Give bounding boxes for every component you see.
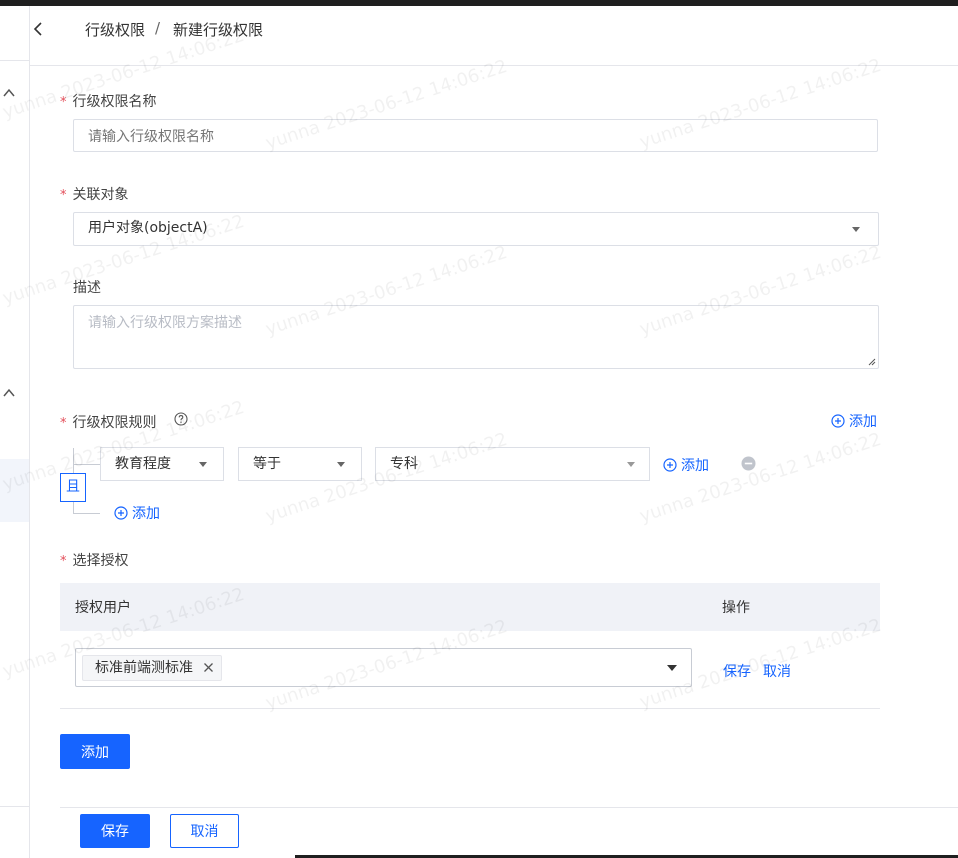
- tree-line: [73, 502, 74, 513]
- auth-table-header: 授权用户 操作: [60, 583, 880, 631]
- caret-down-icon: [667, 665, 677, 671]
- user-tag: 标准前端测标准: [82, 655, 222, 681]
- minus-circle-icon[interactable]: [741, 456, 756, 471]
- row-cancel-link[interactable]: 取消: [763, 661, 791, 681]
- rules-label: * 行级权限规则: [60, 412, 157, 432]
- auth-label: * 选择授权: [60, 550, 129, 570]
- chevron-up-icon[interactable]: [2, 386, 16, 400]
- sidebar-divider: [0, 60, 29, 61]
- row-save-link[interactable]: 保存: [723, 661, 751, 681]
- object-select-value: 用户对象(objectA): [88, 220, 208, 236]
- caret-down-icon: [199, 462, 207, 467]
- add-label: 添加: [681, 458, 709, 474]
- condition-operator-value: 等于: [253, 456, 281, 472]
- sidebar-active-item[interactable]: [0, 459, 29, 522]
- required-mark: *: [60, 95, 67, 110]
- tree-line: [73, 513, 100, 514]
- name-label-text: 行级权限名称: [72, 94, 157, 110]
- required-mark: *: [60, 554, 67, 569]
- sidebar: [0, 6, 30, 858]
- required-mark: *: [60, 188, 67, 203]
- desc-placeholder: 请输入行级权限方案描述: [88, 315, 242, 331]
- logic-and-toggle[interactable]: 且: [60, 473, 86, 502]
- auth-label-text: 选择授权: [72, 553, 129, 569]
- close-icon[interactable]: [203, 662, 214, 673]
- condition-field-value: 教育程度: [115, 456, 171, 472]
- required-mark: *: [60, 416, 67, 431]
- condition-value-select[interactable]: 专科: [375, 447, 650, 481]
- question-circle-icon[interactable]: [174, 412, 188, 426]
- object-select[interactable]: 用户对象(objectA): [73, 212, 879, 246]
- plus-circle-icon: [114, 506, 128, 520]
- column-header-actions: 操作: [722, 600, 750, 616]
- add-sub-condition-button[interactable]: 添加: [114, 503, 160, 523]
- breadcrumb-separator: /: [155, 19, 161, 37]
- tree-line: [73, 464, 100, 465]
- chevron-up-icon[interactable]: [2, 86, 16, 100]
- desc-textarea[interactable]: 请输入行级权限方案描述: [73, 305, 879, 369]
- breadcrumb-parent[interactable]: 行级权限: [85, 19, 145, 40]
- caret-down-icon: [852, 227, 860, 232]
- footer-divider: [60, 807, 958, 808]
- breadcrumb-current: 新建行级权限: [173, 21, 264, 39]
- add-rule-group-button[interactable]: 添加: [831, 411, 877, 431]
- desc-label: 描述: [73, 280, 101, 296]
- tree-line: [73, 448, 74, 473]
- back-arrow-icon[interactable]: [30, 20, 46, 38]
- resize-handle-icon[interactable]: [868, 358, 876, 366]
- caret-down-icon: [337, 462, 345, 467]
- add-label: 添加: [132, 506, 160, 522]
- object-label-text: 关联对象: [72, 187, 129, 203]
- rules-label-text: 行级权限规则: [72, 415, 157, 431]
- auth-users-select[interactable]: 标准前端测标准: [75, 648, 692, 687]
- table-row-divider: [60, 708, 880, 709]
- plus-circle-icon: [663, 458, 677, 472]
- plus-circle-icon: [831, 414, 845, 428]
- cancel-button[interactable]: 取消: [170, 814, 239, 848]
- page-header: [30, 6, 958, 66]
- object-label: * 关联对象: [60, 184, 129, 204]
- watermark-text: yunna 2023-06-12 14:06:22: [637, 428, 884, 527]
- user-tag-label: 标准前端测标准: [95, 660, 193, 676]
- add-auth-button[interactable]: 添加: [60, 734, 130, 769]
- condition-value-value: 专科: [390, 456, 418, 472]
- caret-down-icon: [627, 462, 635, 467]
- add-condition-button[interactable]: 添加: [663, 455, 709, 475]
- condition-field-select[interactable]: 教育程度: [100, 447, 224, 481]
- add-label: 添加: [849, 414, 877, 430]
- column-header-users: 授权用户: [75, 600, 131, 616]
- condition-operator-select[interactable]: 等于: [238, 447, 362, 481]
- name-label: * 行级权限名称: [60, 91, 157, 111]
- sidebar-divider: [0, 806, 29, 807]
- name-input[interactable]: [73, 119, 878, 152]
- save-button[interactable]: 保存: [80, 814, 150, 848]
